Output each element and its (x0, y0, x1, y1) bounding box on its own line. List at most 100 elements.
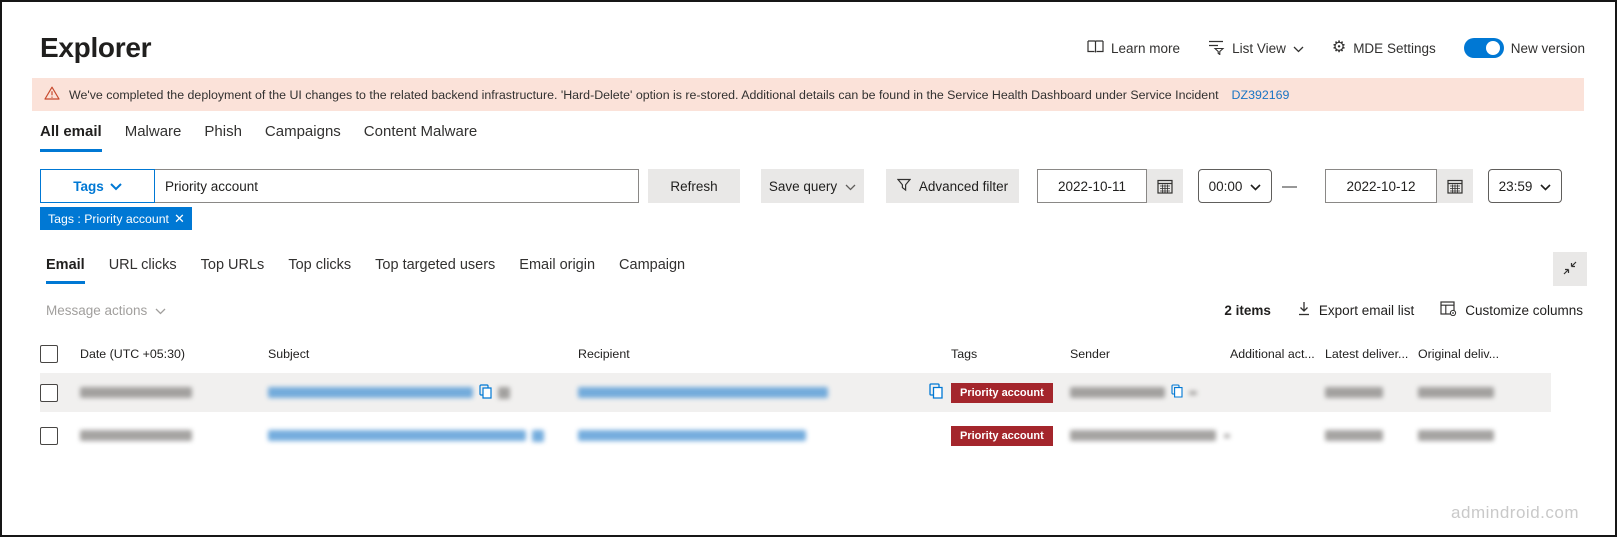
list-toolbar: Message actions 2 items Export email lis… (46, 301, 1583, 319)
tab-campaigns[interactable]: Campaigns (265, 123, 341, 152)
column-header-additional[interactable]: Additional act... (1230, 347, 1325, 361)
redacted-date (80, 387, 192, 398)
calendar-icon[interactable] (1437, 169, 1473, 203)
toggle-switch-icon[interactable] (1463, 38, 1504, 58)
redacted-latest-delivery (1325, 387, 1383, 398)
start-date-input[interactable] (1037, 169, 1147, 203)
advanced-filter-button[interactable]: Advanced filter (886, 169, 1019, 203)
new-version-label: New version (1510, 40, 1585, 56)
redacted-original-delivery (1418, 387, 1494, 398)
learn-more-label: Learn more (1111, 40, 1181, 56)
tags-filter-label: Tags (73, 178, 104, 194)
column-header-subject[interactable]: Subject (268, 347, 578, 361)
funnel-icon (896, 178, 912, 195)
tags-filter-dropdown[interactable]: Tags (40, 169, 155, 203)
chip-label: Tags : Priority account (48, 211, 169, 226)
collapse-panel-button[interactable] (1553, 252, 1587, 286)
redacted-sender (1070, 430, 1217, 441)
redacted-icon (532, 429, 544, 442)
calendar-icon[interactable] (1147, 169, 1183, 203)
table-row[interactable]: Priority account (40, 373, 1551, 412)
redacted-mark (1189, 390, 1197, 395)
end-time-select[interactable]: 23:59 (1488, 169, 1562, 203)
redacted-subject (268, 387, 473, 398)
tab-malware[interactable]: Malware (125, 123, 182, 152)
tab-top-urls[interactable]: Top URLs (201, 257, 265, 284)
save-query-label: Save query (768, 178, 838, 194)
column-header-recipient[interactable]: Recipient (578, 347, 951, 361)
redacted-recipient (578, 430, 806, 441)
banner-message: We've completed the deployment of the UI… (69, 87, 1219, 102)
columns-settings-icon (1440, 301, 1457, 319)
table-header-row: Date (UTC +05:30) Subject Recipient Tags… (40, 339, 1551, 369)
redacted-original-delivery (1418, 430, 1494, 441)
chevron-down-icon (1293, 41, 1304, 56)
filter-value-input[interactable] (155, 169, 639, 203)
tab-email[interactable]: Email (46, 257, 85, 284)
redacted-icon (498, 386, 510, 399)
watermark: admindroid.com (1451, 503, 1579, 522)
export-email-list-button[interactable]: Export email list (1297, 301, 1414, 319)
column-header-original-delivery[interactable]: Original deliv... (1418, 347, 1513, 361)
main-tab-bar: All email Malware Phish Campaigns Conten… (40, 123, 477, 152)
mde-settings-button[interactable]: ⚙ MDE Settings (1332, 40, 1436, 56)
chevron-down-icon (845, 179, 856, 194)
new-version-toggle[interactable]: New version (1463, 38, 1585, 58)
table-row[interactable]: Priority account (40, 416, 1551, 455)
priority-account-badge: Priority account (951, 425, 1053, 446)
download-icon (1297, 301, 1311, 319)
warning-icon (44, 86, 60, 103)
chevron-down-icon (110, 179, 122, 194)
copy-icon[interactable] (929, 383, 943, 402)
copy-icon[interactable] (1171, 384, 1183, 401)
message-actions-label: Message actions (46, 302, 148, 318)
redacted-subject (268, 430, 526, 441)
tab-all-email[interactable]: All email (40, 123, 102, 152)
chevron-down-icon (1540, 179, 1551, 194)
list-view-label: List View (1232, 40, 1286, 56)
column-header-latest-delivery[interactable]: Latest deliver... (1325, 347, 1418, 361)
page-title: Explorer (40, 32, 152, 63)
close-icon[interactable]: ✕ (171, 211, 188, 227)
page-header: Explorer Learn more List View ⚙ MDE Sett… (40, 32, 1585, 64)
tab-campaign[interactable]: Campaign (619, 257, 685, 284)
customize-columns-button[interactable]: Customize columns (1440, 301, 1583, 319)
column-header-sender[interactable]: Sender (1070, 347, 1230, 361)
tab-email-origin[interactable]: Email origin (519, 257, 595, 284)
tab-content-malware[interactable]: Content Malware (364, 123, 477, 152)
date-range-dash: — (1282, 177, 1297, 195)
end-date-input[interactable] (1325, 169, 1437, 203)
row-checkbox[interactable] (40, 383, 58, 402)
filter-bar: Tags Refresh Save query Advanced filter (40, 169, 1562, 203)
redacted-recipient (578, 387, 828, 398)
tab-phish[interactable]: Phish (204, 123, 242, 152)
priority-account-badge: Priority account (951, 382, 1053, 403)
save-query-dropdown[interactable]: Save query (761, 169, 864, 203)
customize-label: Customize columns (1465, 302, 1583, 318)
list-view-dropdown[interactable]: List View (1208, 39, 1304, 58)
message-actions-dropdown[interactable]: Message actions (46, 303, 166, 318)
email-table: Date (UTC +05:30) Subject Recipient Tags… (40, 339, 1551, 455)
tab-top-clicks[interactable]: Top clicks (288, 257, 351, 284)
header-actions: Learn more List View ⚙ MDE Settings New … (1087, 38, 1585, 58)
refresh-button[interactable]: Refresh (648, 169, 740, 203)
select-all-checkbox[interactable] (40, 345, 58, 363)
chevron-down-icon (1250, 179, 1261, 194)
column-header-tags[interactable]: Tags (951, 347, 1070, 361)
start-date-group (1037, 169, 1183, 203)
tab-url-clicks[interactable]: URL clicks (109, 257, 177, 284)
advanced-filter-label: Advanced filter (918, 178, 1009, 194)
column-header-date[interactable]: Date (UTC +05:30) (80, 347, 268, 361)
row-checkbox[interactable] (40, 426, 58, 445)
copy-icon[interactable] (479, 383, 492, 402)
incident-link[interactable]: DZ392169 (1232, 88, 1290, 102)
toolbar-right: 2 items Export email list Customize colu… (1224, 301, 1583, 319)
start-time-select[interactable]: 00:00 (1198, 169, 1272, 203)
gear-icon: ⚙ (1331, 39, 1347, 56)
tab-top-targeted-users[interactable]: Top targeted users (375, 257, 495, 284)
book-icon (1087, 39, 1104, 57)
mde-settings-label: MDE Settings (1353, 40, 1436, 56)
export-label: Export email list (1318, 302, 1415, 318)
applied-filter-chip[interactable]: Tags : Priority account ✕ (40, 207, 192, 230)
learn-more-button[interactable]: Learn more (1087, 39, 1180, 57)
